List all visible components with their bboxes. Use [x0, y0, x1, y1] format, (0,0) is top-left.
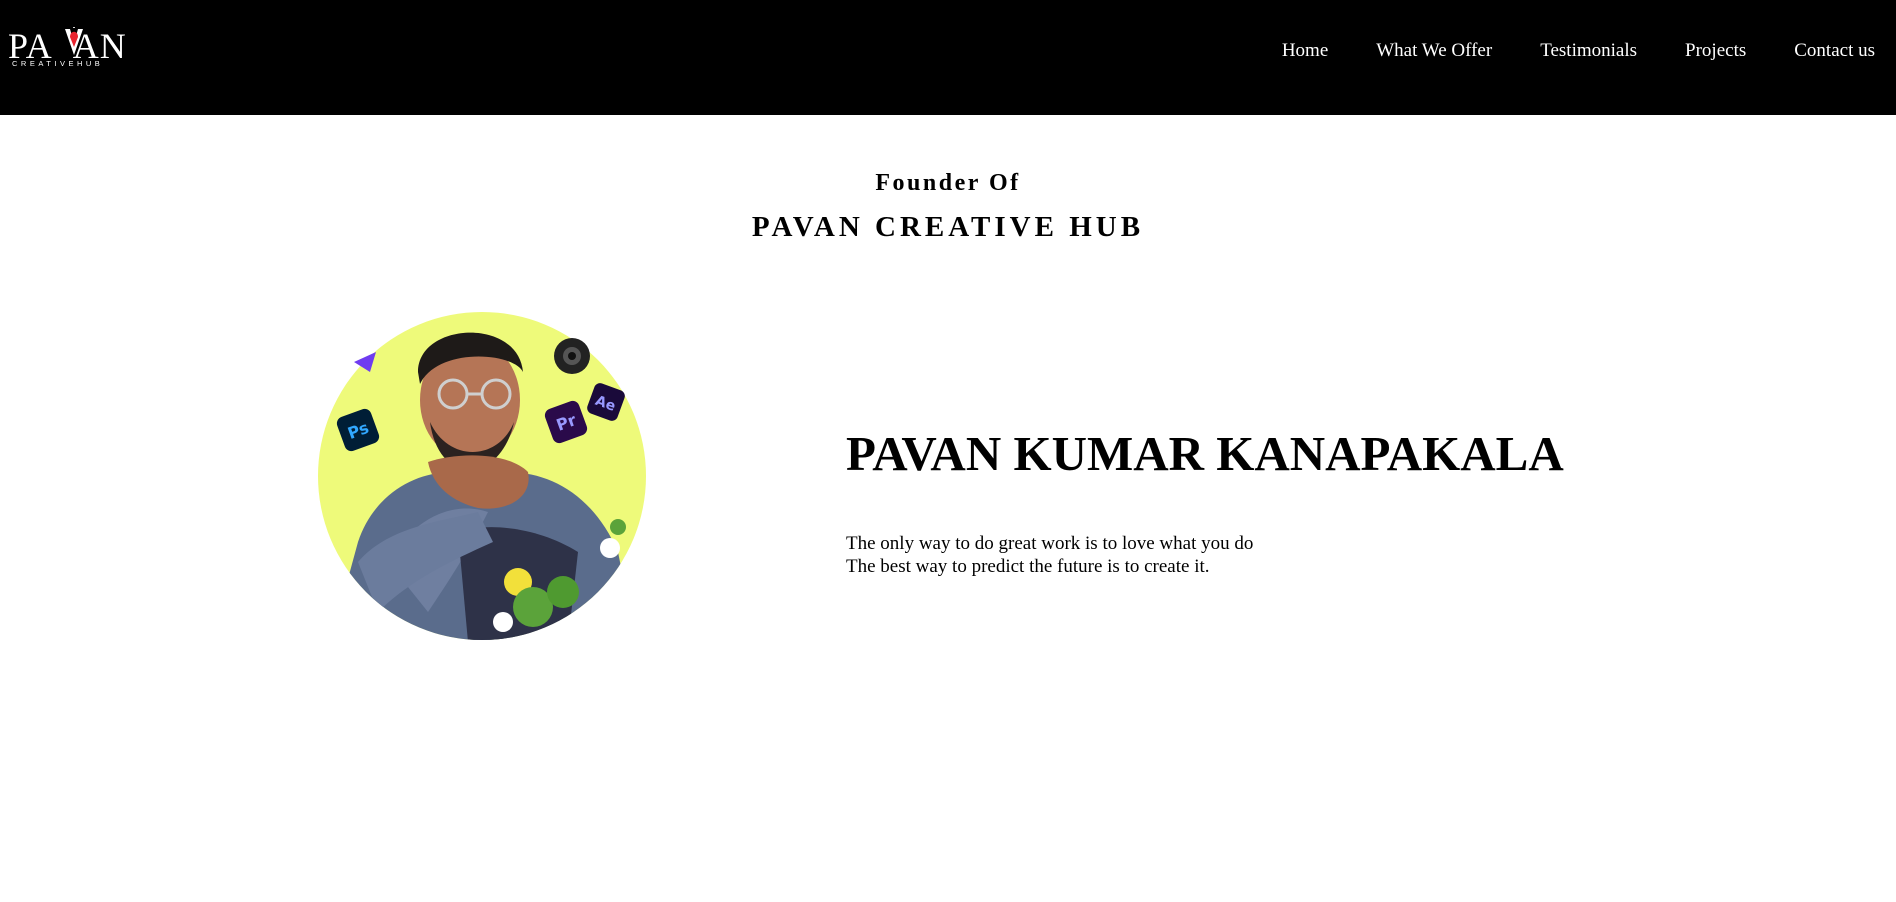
logo-mark-icon [65, 27, 83, 55]
nav-what-we-offer[interactable]: What We Offer [1376, 39, 1492, 63]
founder-of-heading: Founder Of [875, 170, 1021, 196]
nav-projects[interactable]: Projects [1685, 39, 1746, 63]
quote-line-1: The only way to do great work is to love… [846, 533, 1254, 554]
nav-home[interactable]: Home [1282, 39, 1328, 63]
company-name-heading: PAVAN CREATIVE HUB [751, 211, 1145, 243]
logo[interactable]: PA AN CREATIVEHUB [8, 26, 132, 70]
founder-name: PAVAN KUMAR KANAPAKALA [846, 426, 1564, 481]
nav-testimonials[interactable]: Testimonials [1540, 39, 1637, 63]
camera-lens-icon [554, 338, 590, 374]
main-nav: Home What We Offer Testimonials Projects… [1234, 39, 1875, 63]
founder-portrait: Ps Pr Ae [318, 312, 646, 640]
nav-contact-us[interactable]: Contact us [1794, 39, 1875, 63]
logo-tagline: CREATIVEHUB [12, 59, 104, 68]
top-navigation-bar: PA AN CREATIVEHUB Home What We Offer Tes… [0, 0, 1896, 115]
quote-line-2: The best way to predict the future is to… [846, 556, 1210, 577]
founder-quotes: The only way to do great work is to love… [846, 532, 1253, 578]
